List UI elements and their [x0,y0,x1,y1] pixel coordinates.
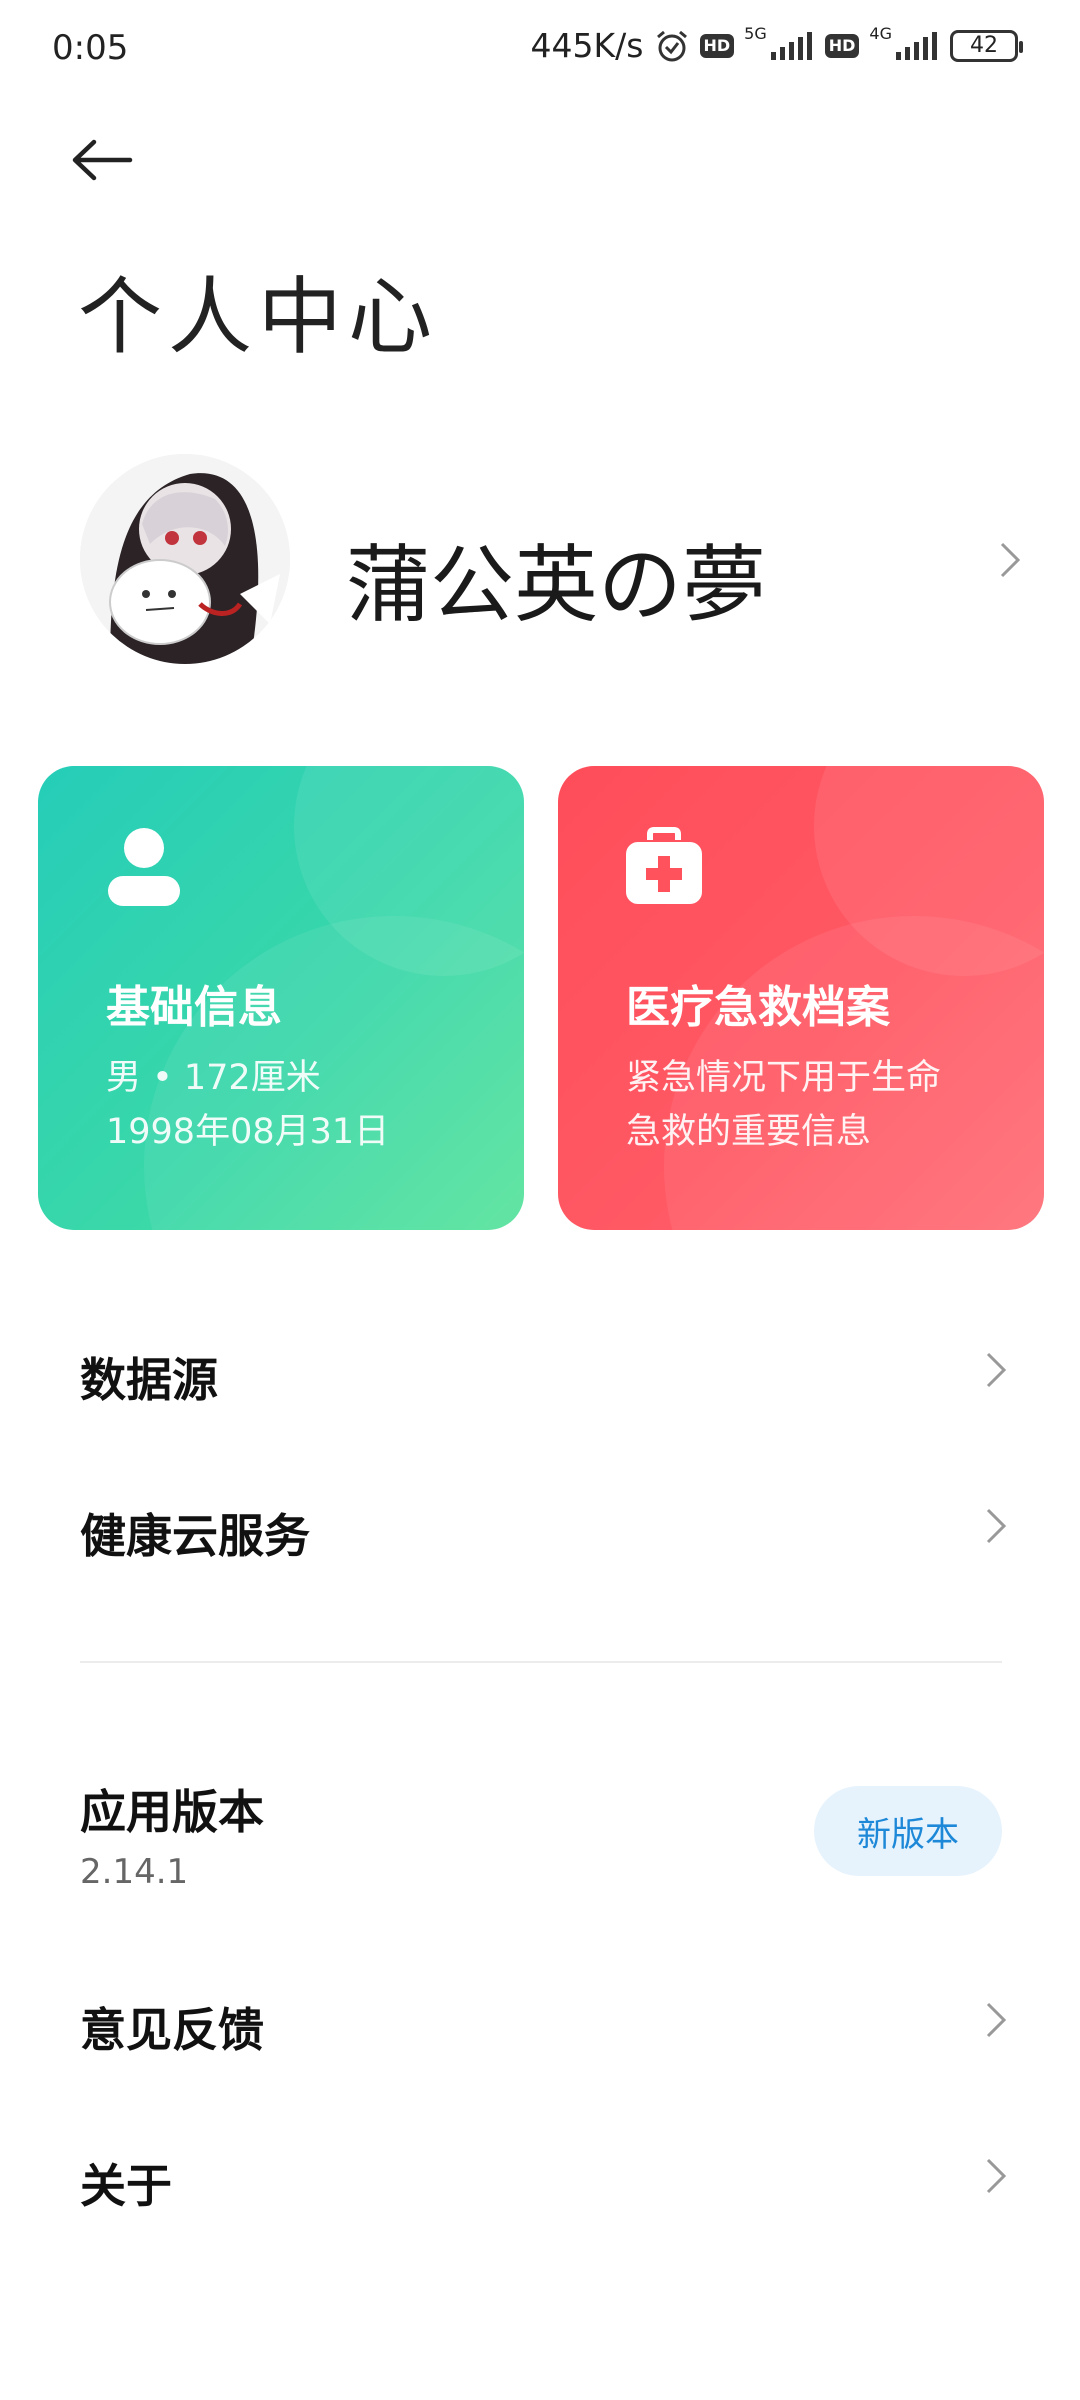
battery-icon: 42 [950,29,1023,62]
signal-5g-icon [770,31,812,60]
basic-info-line2: 1998年08月31日 [106,1112,390,1152]
status-icons: 445K/s HD 5G HD 4G 42 [530,24,1023,65]
net-speed: 445K/s [530,26,644,65]
chevron-right-icon [986,2158,1007,2194]
medical-record-line2: 急救的重要信息 [626,1112,872,1152]
chevron-right-icon [986,2002,1007,2038]
app-version-label: 应用版本 [80,1785,264,1839]
anime-avatar [80,454,290,664]
basic-info-details: 男 • 172厘米 1998年08月31日 [106,1051,389,1159]
arrow-left-icon [72,139,133,181]
alarm-icon [656,30,687,61]
basic-info-title: 基础信息 [106,982,282,1033]
new-version-button[interactable]: 新版本 [814,1786,1002,1876]
person-icon [108,828,180,906]
status-time: 0:05 [52,28,129,68]
menu-label: 关于 [80,2159,172,2213]
menu-item-feedback[interactable]: 意见反馈 [0,1950,1080,2090]
basic-info-line1: 男 • 172厘米 [106,1058,321,1098]
menu-item-cloud-service[interactable]: 健康云服务 [0,1456,1080,1596]
hd-badge: HD [699,33,735,58]
menu-label: 意见反馈 [80,2003,264,2057]
back-button[interactable] [70,128,150,192]
profile-row[interactable]: 蒲公英の夢 [0,440,1080,680]
medical-record-details: 紧急情况下用于生命 急救的重要信息 [626,1051,941,1159]
menu-label: 数据源 [80,1353,218,1407]
chevron-right-icon [986,1352,1007,1388]
menu-item-data-source[interactable]: 数据源 [0,1300,1080,1440]
medical-record-title: 医疗急救档案 [626,982,890,1033]
basic-info-card[interactable]: 基础信息 男 • 172厘米 1998年08月31日 [38,766,524,1230]
app-version-value: 2.14.1 [80,1852,189,1892]
page-title: 个人中心 [78,268,439,366]
first-aid-kit-icon [626,827,702,904]
medical-record-card[interactable]: 医疗急救档案 紧急情况下用于生命 急救的重要信息 [558,766,1044,1230]
menu-item-about[interactable]: 关于 [0,2106,1080,2246]
menu-label: 健康云服务 [80,1509,310,1563]
chevron-right-icon [1000,542,1021,578]
hd-badge-2: HD [824,33,860,58]
divider [80,1661,1002,1663]
signal-4g-icon [896,31,937,60]
medical-record-line1: 紧急情况下用于生命 [626,1058,942,1098]
status-bar: 0:05 445K/s HD 5G HD 4G 42 [0,0,1080,100]
chevron-right-icon [986,1508,1007,1544]
profile-name: 蒲公英の夢 [346,536,767,634]
avatar [80,454,290,664]
network-type-label-2: 4G [869,24,892,43]
network-type-label: 5G [744,24,767,43]
